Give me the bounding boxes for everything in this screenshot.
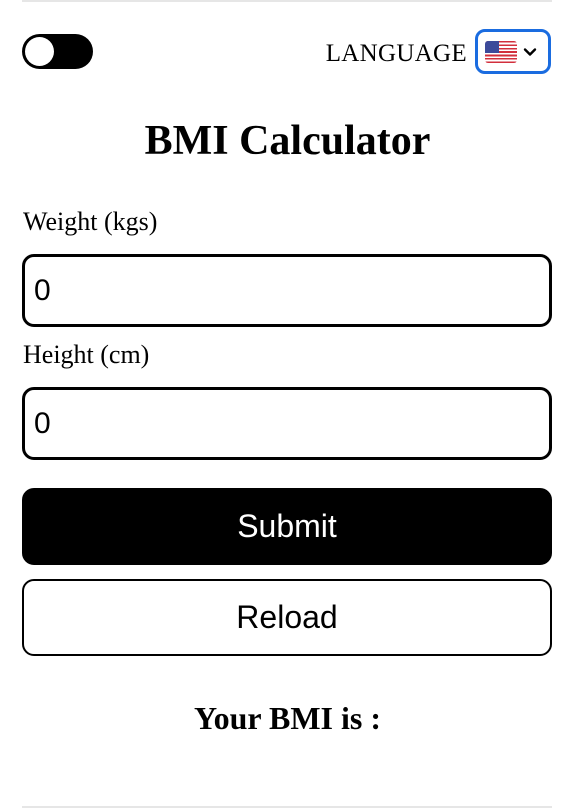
chevron-down-icon — [523, 47, 537, 56]
toggle-knob — [25, 37, 54, 66]
weight-input[interactable] — [22, 254, 552, 327]
reload-button[interactable]: Reload — [22, 579, 552, 656]
language-label: LANGUAGE — [325, 40, 467, 67]
height-label: Height (cm) — [23, 340, 150, 369]
bottom-divider — [22, 806, 552, 808]
weight-label: Weight (kgs) — [23, 207, 158, 236]
top-divider — [22, 0, 552, 2]
height-input[interactable] — [22, 387, 552, 460]
bmi-result-text: Your BMI is : — [194, 700, 381, 736]
page-title: BMI Calculator — [144, 118, 431, 164]
submit-button[interactable]: Submit — [22, 488, 552, 565]
language-select[interactable] — [475, 29, 551, 74]
theme-toggle[interactable] — [22, 34, 93, 69]
us-flag-icon — [485, 40, 517, 63]
